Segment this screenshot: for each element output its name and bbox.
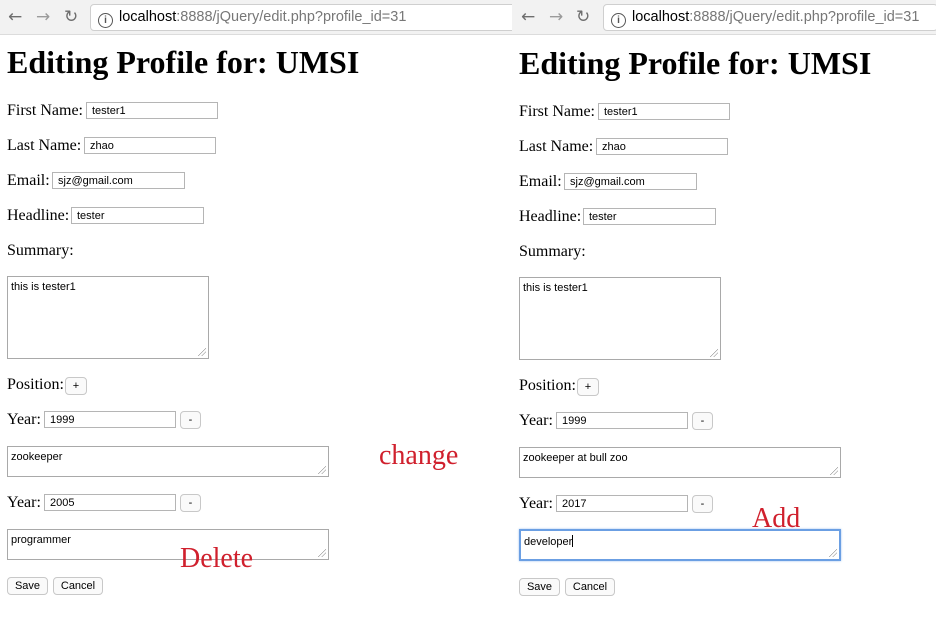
remove-position-button[interactable]: - <box>692 412 713 430</box>
reload-icon[interactable]: ↻ <box>576 6 590 28</box>
address-bar[interactable]: i localhost:8888/jQuery/edit.php?profile_… <box>90 4 518 31</box>
email-field[interactable]: sjz@gmail.com <box>52 172 185 189</box>
year-label: Year: <box>519 412 553 429</box>
info-icon[interactable]: i <box>98 13 113 28</box>
address-bar[interactable]: i localhost:8888/jQuery/edit.php?profile_… <box>603 4 936 31</box>
url-host: localhost <box>632 9 690 25</box>
page-title: Editing Profile for: UMSI <box>7 44 360 80</box>
first-name-field[interactable]: tester1 <box>598 103 730 120</box>
url-host: localhost <box>119 9 177 25</box>
summary-text: this is tester1 <box>11 281 76 293</box>
remove-position-button[interactable]: - <box>180 494 201 512</box>
year-label: Year: <box>7 494 41 511</box>
summary-text: this is tester1 <box>523 282 588 294</box>
last-name-label: Last Name: <box>7 137 82 154</box>
browser-toolbar: ← → ↻ i localhost:8888/jQuery/edit.php?pr… <box>0 0 518 35</box>
year-field[interactable]: 2005 <box>44 494 176 511</box>
email-label: Email: <box>519 173 562 190</box>
forward-arrow-icon[interactable]: → <box>549 6 563 28</box>
position-description-text: developer <box>524 536 573 548</box>
headline-field[interactable]: tester <box>583 208 716 225</box>
position-description-text: zookeeper at bull zoo <box>523 452 628 464</box>
position-label: Position: <box>7 376 64 393</box>
year-field[interactable]: 2017 <box>556 495 688 512</box>
back-arrow-icon[interactable]: ← <box>8 6 22 28</box>
forward-arrow-icon[interactable]: → <box>36 6 50 28</box>
remove-position-button[interactable]: - <box>180 411 201 429</box>
change-annotation: change <box>379 440 459 471</box>
back-arrow-icon[interactable]: ← <box>521 6 535 28</box>
position-description-text: zookeeper <box>11 451 63 463</box>
add-position-button[interactable]: + <box>65 377 87 395</box>
reload-icon[interactable]: ↻ <box>64 6 78 28</box>
cancel-button[interactable]: Cancel <box>565 578 615 596</box>
headline-field[interactable]: tester <box>71 207 204 224</box>
text-cursor <box>572 535 574 547</box>
last-name-field[interactable]: zhao <box>596 138 728 155</box>
url-path: :8888/jQuery/edit.php?profile_id=31 <box>689 9 920 25</box>
resize-grip-icon[interactable] <box>830 467 838 475</box>
headline-label: Headline: <box>7 207 70 224</box>
remove-position-button[interactable]: - <box>692 495 713 513</box>
position-description-textarea[interactable]: zookeeper <box>7 446 329 477</box>
left-browser-window: ← → ↻ i localhost:8888/jQuery/edit.php?pr… <box>0 0 518 623</box>
year-label: Year: <box>7 411 41 428</box>
resize-grip-icon[interactable] <box>829 549 837 557</box>
right-browser-window: ← → ↻ i localhost:8888/jQuery/edit.php?pr… <box>512 0 936 623</box>
last-name-label: Last Name: <box>519 138 594 155</box>
year-field[interactable]: 1999 <box>556 412 688 429</box>
year-field[interactable]: 1999 <box>44 411 176 428</box>
page-title: Editing Profile for: UMSI <box>519 45 872 81</box>
first-name-label: First Name: <box>519 103 595 120</box>
resize-grip-icon[interactable] <box>198 348 206 356</box>
position-description-textarea[interactable]: zookeeper at bull zoo <box>519 447 841 478</box>
browser-toolbar: ← → ↻ i localhost:8888/jQuery/edit.php?pr… <box>512 0 936 35</box>
summary-textarea[interactable]: this is tester1 <box>7 276 209 359</box>
summary-label: Summary: <box>7 242 74 259</box>
save-button[interactable]: Save <box>519 578 560 596</box>
add-position-button[interactable]: + <box>577 378 599 396</box>
first-name-field[interactable]: tester1 <box>86 102 218 119</box>
save-button[interactable]: Save <box>7 577 48 595</box>
email-label: Email: <box>7 172 50 189</box>
email-field[interactable]: sjz@gmail.com <box>564 173 697 190</box>
summary-textarea[interactable]: this is tester1 <box>519 277 721 360</box>
last-name-field[interactable]: zhao <box>84 137 216 154</box>
resize-grip-icon[interactable] <box>318 549 326 557</box>
add-annotation: Add <box>752 503 801 534</box>
cancel-button[interactable]: Cancel <box>53 577 103 595</box>
first-name-label: First Name: <box>7 102 83 119</box>
resize-grip-icon[interactable] <box>318 466 326 474</box>
headline-label: Headline: <box>519 208 582 225</box>
info-icon[interactable]: i <box>611 13 626 28</box>
delete-annotation: Delete <box>180 543 254 574</box>
resize-grip-icon[interactable] <box>710 349 718 357</box>
url-path: :8888/jQuery/edit.php?profile_id=31 <box>176 9 407 25</box>
position-description-textarea[interactable]: programmer <box>7 529 329 560</box>
position-label: Position: <box>519 377 576 394</box>
summary-label: Summary: <box>519 243 586 260</box>
position-description-text: programmer <box>11 534 71 546</box>
year-label: Year: <box>519 495 553 512</box>
